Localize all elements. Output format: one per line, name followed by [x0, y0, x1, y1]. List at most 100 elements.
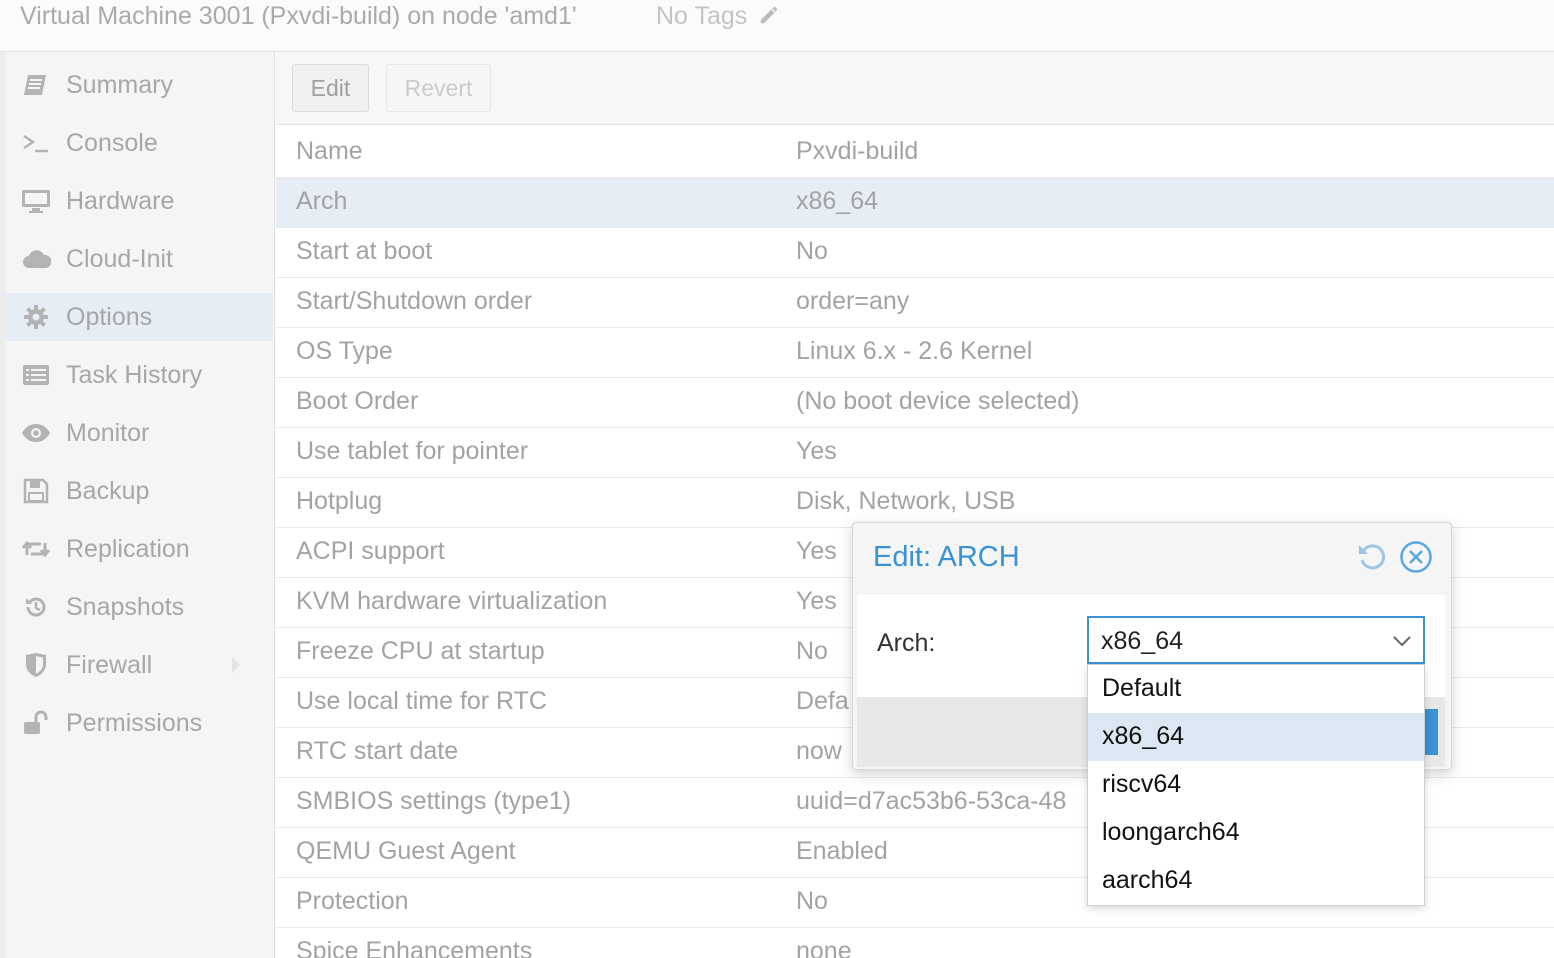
- dropdown-option[interactable]: loongarch64: [1088, 809, 1424, 857]
- shield-icon: [20, 649, 52, 681]
- option-value: Linux 6.x - 2.6 Kernel: [796, 337, 1033, 365]
- sidebar-item-label: Options: [66, 302, 153, 331]
- terminal-icon: [20, 127, 52, 159]
- dialog-title: Edit: ARCH: [873, 541, 1020, 573]
- option-key: Start at boot: [296, 237, 433, 265]
- option-value: Yes: [796, 437, 837, 465]
- sidebar-item-hardware[interactable]: Hardware: [5, 177, 273, 225]
- sidebar-item-console[interactable]: Console: [5, 119, 273, 167]
- list-icon: [20, 359, 52, 391]
- option-value: Yes: [796, 537, 837, 565]
- sidebar-item-label: Firewall: [66, 650, 153, 679]
- arch-field-label: Arch:: [877, 629, 936, 657]
- option-key: Hotplug: [296, 487, 383, 515]
- sidebar-item-replication[interactable]: Replication: [5, 525, 273, 573]
- table-row[interactable]: Name Pxvdi-build: [276, 128, 1554, 178]
- edit-button[interactable]: Edit: [292, 64, 369, 112]
- option-value: No: [796, 887, 828, 915]
- option-value: Enabled: [796, 837, 888, 865]
- sidebar-item-summary[interactable]: Summary: [5, 61, 273, 109]
- sidebar-item-snapshots[interactable]: Snapshots: [5, 583, 273, 631]
- sidebar-item-options[interactable]: Options: [5, 293, 273, 341]
- dropdown-option[interactable]: Default: [1088, 665, 1424, 713]
- option-key: OS Type: [296, 337, 393, 365]
- option-key: Start/Shutdown order: [296, 287, 533, 315]
- unlock-icon: [20, 707, 52, 739]
- option-value: No: [796, 237, 828, 265]
- arch-dropdown-list: Default x86_64 riscv64 loongarch64 aarch…: [1087, 664, 1425, 906]
- option-value: x86_64: [796, 187, 879, 215]
- option-value: now: [796, 737, 842, 765]
- option-label: x86_64: [1102, 722, 1185, 750]
- sidebar-item-label: Cloud-Init: [66, 244, 173, 273]
- proxmox-vm-view: Virtual Machine 3001 (Pxvdi-build) on no…: [0, 0, 1554, 958]
- sidebar-item-cloud-init[interactable]: Cloud-Init: [5, 235, 273, 283]
- revert-button[interactable]: Revert: [386, 64, 491, 112]
- table-row[interactable]: Use tablet for pointer Yes: [276, 428, 1554, 478]
- floppy-icon: [20, 475, 52, 507]
- option-key: Name: [296, 137, 363, 165]
- sidebar-item-task-history[interactable]: Task History: [5, 351, 273, 399]
- chevron-down-icon[interactable]: [1391, 630, 1413, 652]
- option-key: KVM hardware virtualization: [296, 587, 608, 615]
- sidebar-item-firewall[interactable]: Firewall: [5, 641, 273, 689]
- option-key: Freeze CPU at startup: [296, 637, 545, 665]
- option-key: Boot Order: [296, 387, 419, 415]
- sidebar-item-label: Console: [66, 128, 158, 157]
- sidebar-item-label: Summary: [66, 70, 173, 99]
- desktop-icon: [20, 185, 52, 217]
- cloud-icon: [20, 243, 52, 275]
- arch-select[interactable]: x86_64: [1087, 616, 1425, 664]
- eye-icon: [20, 417, 52, 449]
- table-row[interactable]: Hotplug Disk, Network, USB: [276, 478, 1554, 528]
- vm-header: Virtual Machine 3001 (Pxvdi-build) on no…: [0, 0, 1554, 52]
- retweet-icon: [20, 533, 52, 565]
- option-label: loongarch64: [1102, 818, 1240, 846]
- dropdown-option[interactable]: aarch64: [1088, 857, 1424, 905]
- close-icon[interactable]: [1399, 540, 1433, 574]
- sidebar-item-label: Monitor: [66, 418, 150, 447]
- pencil-icon[interactable]: [758, 4, 780, 26]
- gear-icon: [20, 301, 52, 333]
- tags-editor[interactable]: No Tags: [656, 0, 780, 32]
- option-value: Defa: [796, 687, 849, 715]
- table-row[interactable]: Boot Order (No boot device selected): [276, 378, 1554, 428]
- option-value: Pxvdi-build: [796, 137, 919, 165]
- dropdown-option[interactable]: riscv64: [1088, 761, 1424, 809]
- chevron-right-icon[interactable]: [231, 655, 241, 675]
- option-value: order=any: [796, 287, 910, 315]
- tags-label: No Tags: [656, 2, 748, 30]
- table-row[interactable]: Start at boot No: [276, 228, 1554, 278]
- table-row[interactable]: OS Type Linux 6.x - 2.6 Kernel: [276, 328, 1554, 378]
- table-row[interactable]: Start/Shutdown order order=any: [276, 278, 1554, 328]
- sidebar-item-monitor[interactable]: Monitor: [5, 409, 273, 457]
- vm-sidebar: Summary Console Hardware Cloud-Init Opti…: [5, 52, 275, 958]
- options-toolbar: Edit Revert: [276, 52, 1554, 125]
- sidebar-item-label: Permissions: [66, 708, 203, 737]
- table-row[interactable]: Arch x86_64: [276, 178, 1554, 228]
- sidebar-item-label: Backup: [66, 476, 150, 505]
- option-value: No: [796, 637, 828, 665]
- vm-title: Virtual Machine 3001 (Pxvdi-build) on no…: [20, 2, 577, 30]
- option-key: Use local time for RTC: [296, 687, 547, 715]
- option-value: (No boot device selected): [796, 387, 1080, 415]
- sidebar-item-label: Replication: [66, 534, 190, 563]
- option-key: Protection: [296, 887, 409, 915]
- option-label: aarch64: [1102, 866, 1193, 894]
- book-icon: [20, 69, 52, 101]
- option-key: Use tablet for pointer: [296, 437, 529, 465]
- arch-select-value: x86_64: [1101, 627, 1184, 655]
- dropdown-option[interactable]: x86_64: [1088, 713, 1424, 761]
- reset-icon[interactable]: [1355, 540, 1389, 574]
- sidebar-item-label: Task History: [66, 360, 203, 389]
- option-key: RTC start date: [296, 737, 459, 765]
- sidebar-item-permissions[interactable]: Permissions: [5, 699, 273, 747]
- option-label: Default: [1102, 674, 1182, 702]
- option-key: Spice Enhancements: [296, 937, 533, 958]
- table-row[interactable]: Spice Enhancements none: [276, 928, 1554, 958]
- sidebar-item-backup[interactable]: Backup: [5, 467, 273, 515]
- option-label: riscv64: [1102, 770, 1182, 798]
- option-key: QEMU Guest Agent: [296, 837, 516, 865]
- option-value: Disk, Network, USB: [796, 487, 1016, 515]
- option-value: Yes: [796, 587, 837, 615]
